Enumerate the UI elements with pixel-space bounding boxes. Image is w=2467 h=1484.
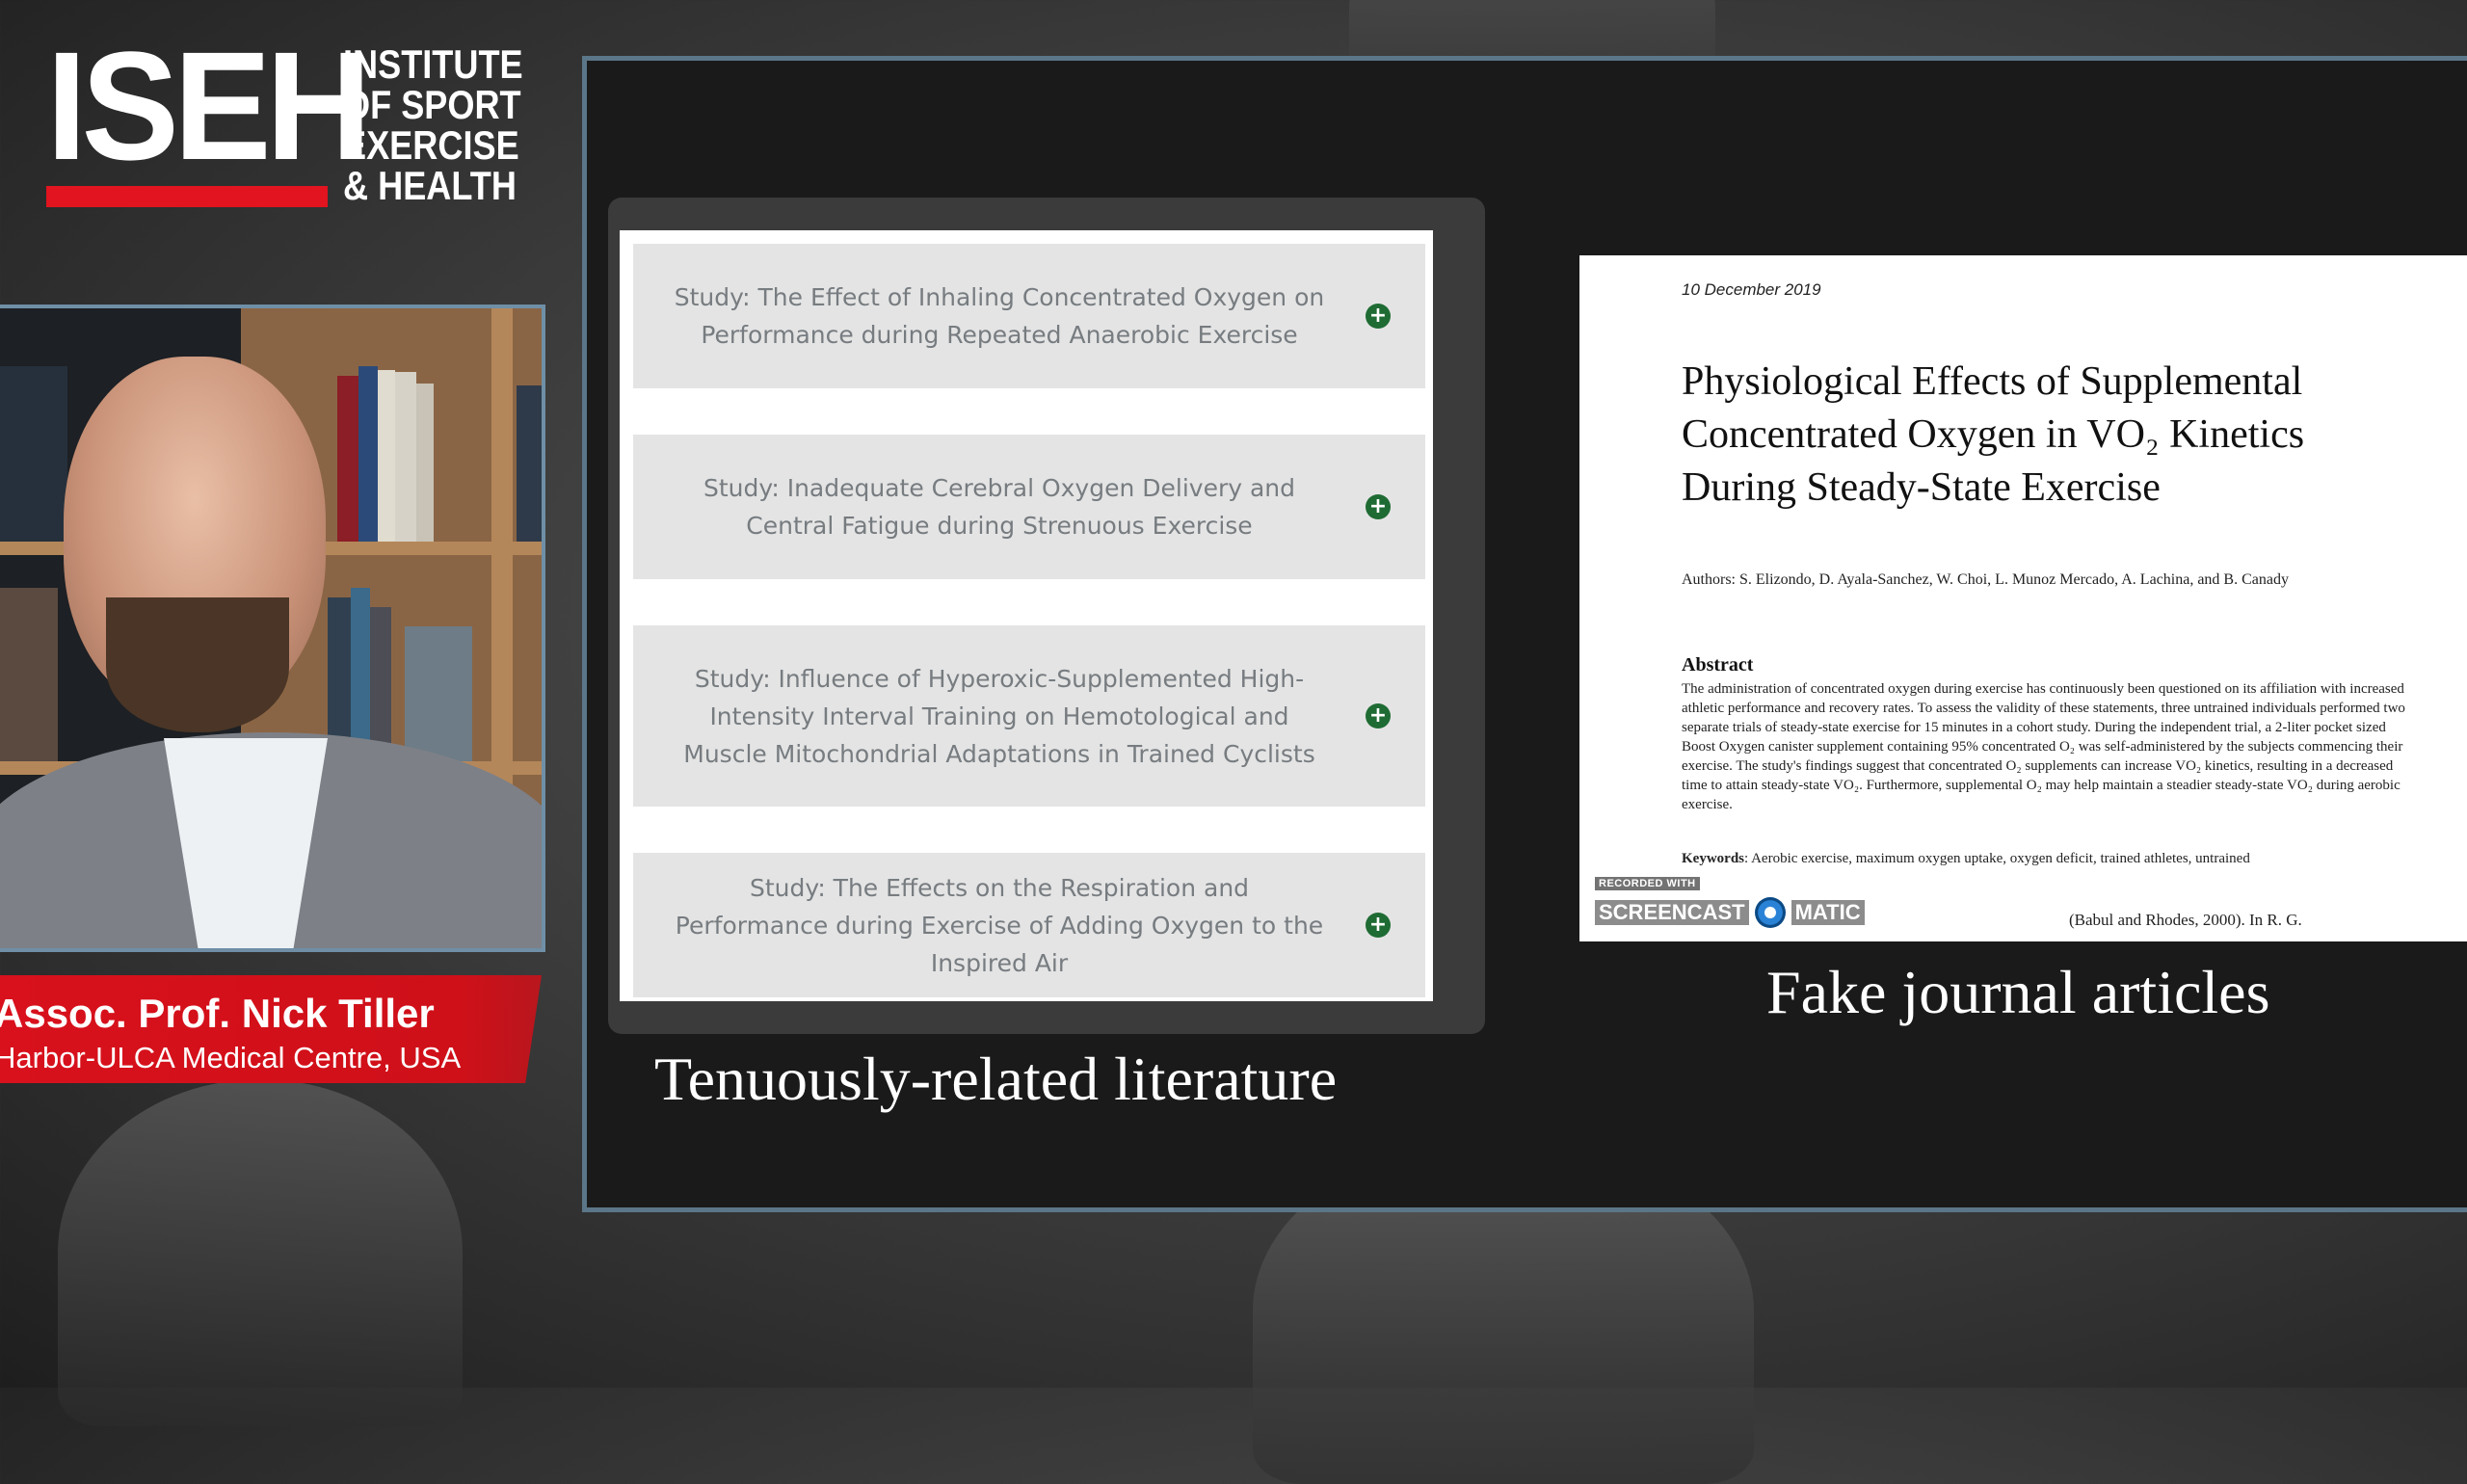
book bbox=[351, 588, 370, 761]
book bbox=[337, 376, 358, 542]
abstract-text: The administration of concentrated oxyge… bbox=[1682, 681, 2405, 812]
logo-line: INSTITUTE bbox=[343, 41, 523, 87]
study-item[interactable]: Study: The Effects on the Respiration an… bbox=[633, 853, 1425, 997]
study-title: Study: The Effect of Inhaling Concentrat… bbox=[674, 283, 1325, 349]
study-item[interactable]: Study: Influence of Hyperoxic-Supplement… bbox=[633, 625, 1425, 807]
plus-icon[interactable]: + bbox=[1366, 913, 1391, 938]
book bbox=[378, 370, 395, 542]
left-caption: Tenuously-related literature bbox=[654, 1045, 1338, 1113]
speaker-beard bbox=[106, 597, 289, 732]
keywords-text: : Aerobic exercise, maximum oxygen uptak… bbox=[1744, 851, 2250, 866]
article-title: Physiological Effects of Supplemental Co… bbox=[1682, 356, 2453, 515]
book bbox=[358, 366, 378, 542]
article-title-line: Concentrated Oxygen in VO₂ Kinetics bbox=[1682, 412, 2305, 457]
book bbox=[0, 366, 67, 542]
logo-accent-bar bbox=[46, 186, 328, 207]
logo-line: OF SPORT bbox=[343, 82, 521, 127]
speaker-nameplate: Assoc. Prof. Nick Tiller Harbor-ULCA Med… bbox=[0, 975, 542, 1083]
watermark-left: SCREENCAST bbox=[1595, 900, 1749, 925]
study-item[interactable]: Study: The Effect of Inhaling Concentrat… bbox=[633, 244, 1425, 388]
study-item[interactable]: Study: Inadequate Cerebral Oxygen Delive… bbox=[633, 435, 1425, 579]
article-authors: Authors: S. Elizondo, D. Ayala-Sanchez, … bbox=[1682, 571, 2289, 588]
article-date: 10 December 2019 bbox=[1682, 280, 1821, 299]
study-title: Study: Inadequate Cerebral Oxygen Delive… bbox=[703, 474, 1296, 540]
speaker-name: Assoc. Prof. Nick Tiller bbox=[0, 991, 435, 1036]
watermark-main: SCREENCAST MATIC bbox=[1595, 897, 1865, 928]
presentation-slide: Study: The Effect of Inhaling Concentrat… bbox=[582, 56, 2467, 1212]
study-title: Study: The Effects on the Respiration an… bbox=[675, 873, 1324, 977]
plus-icon[interactable]: + bbox=[1366, 304, 1391, 329]
logo-text: INSTITUTE OF SPORT EXERCISE & HEALTH bbox=[343, 44, 542, 206]
study-title: Study: Influence of Hyperoxic-Supplement… bbox=[683, 664, 1315, 768]
book bbox=[416, 384, 434, 542]
screencast-logo-icon bbox=[1754, 897, 1786, 928]
logo-line: EXERCISE bbox=[343, 122, 519, 168]
book bbox=[517, 385, 542, 542]
background-figure bbox=[58, 1079, 463, 1426]
book bbox=[0, 588, 58, 761]
study-list: Study: The Effect of Inhaling Concentrat… bbox=[620, 230, 1433, 1001]
plus-icon[interactable]: + bbox=[1366, 494, 1391, 519]
watermark-right: MATIC bbox=[1791, 900, 1865, 925]
logo-mark: ISEH bbox=[46, 19, 372, 192]
article-keywords: Keywords: Aerobic exercise, maximum oxyg… bbox=[1682, 851, 2453, 867]
book bbox=[370, 607, 391, 761]
plus-icon[interactable]: + bbox=[1366, 703, 1391, 729]
article-title-line: During Steady-State Exercise bbox=[1682, 465, 2161, 510]
citation-fragment: (Babul and Rhodes, 2000). In R. G. bbox=[2069, 911, 2302, 929]
watermark-recorded: RECORDED WITH bbox=[1595, 877, 1700, 890]
speaker-affiliation: Harbor-ULCA Medical Centre, USA bbox=[0, 1041, 462, 1074]
keywords-label: Keywords bbox=[1682, 851, 1744, 866]
logo-line: & HEALTH bbox=[343, 163, 517, 208]
article-title-line: Physiological Effects of Supplemental bbox=[1682, 359, 2303, 404]
abstract-heading: Abstract bbox=[1682, 654, 1754, 676]
book bbox=[395, 372, 416, 542]
right-caption: Fake journal articles bbox=[1766, 958, 2270, 1026]
journal-article: 10 December 2019 Physiological Effects o… bbox=[1579, 255, 2467, 941]
screencast-watermark: RECORDED WITH SCREENCAST MATIC bbox=[1595, 874, 1865, 928]
speaker-video bbox=[0, 305, 545, 952]
book bbox=[405, 626, 472, 761]
